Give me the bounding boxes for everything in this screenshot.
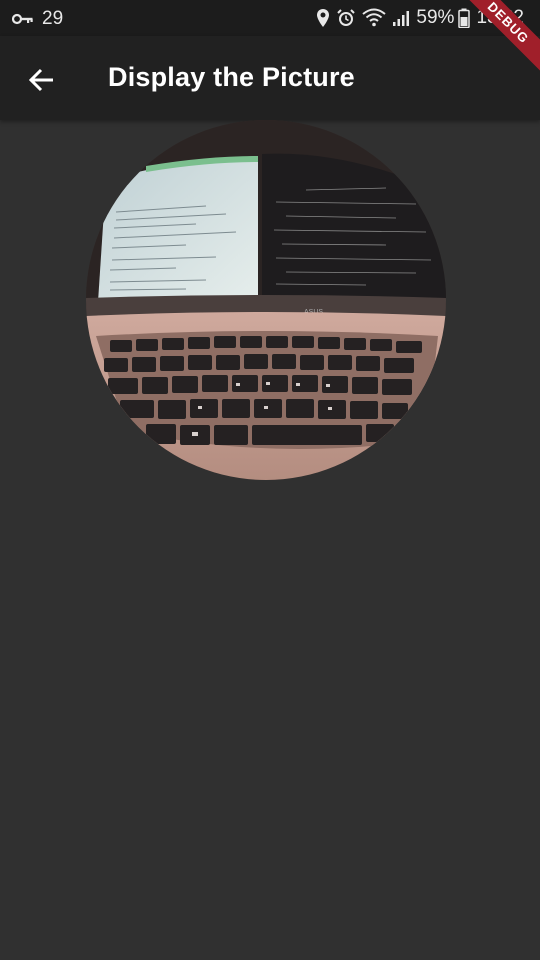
app-bar: Display the Picture — [0, 36, 540, 120]
status-left: 29 — [12, 8, 63, 30]
page-title: Display the Picture — [108, 62, 355, 92]
battery-icon — [458, 8, 471, 28]
signal-icon — [393, 11, 410, 26]
laptop-photo-image: ASUS — [86, 120, 446, 480]
back-button[interactable] — [20, 58, 64, 102]
wifi-icon — [362, 8, 387, 27]
location-icon — [317, 9, 330, 27]
battery-percent: 59% — [416, 7, 455, 28]
status-bar: 29 59% 13: — [0, 0, 540, 36]
status-number: 29 — [42, 8, 64, 29]
arrow-back-icon — [29, 68, 53, 92]
alarm-icon — [337, 9, 356, 26]
circular-photo: ASUS — [86, 120, 446, 480]
key-icon — [12, 13, 33, 25]
